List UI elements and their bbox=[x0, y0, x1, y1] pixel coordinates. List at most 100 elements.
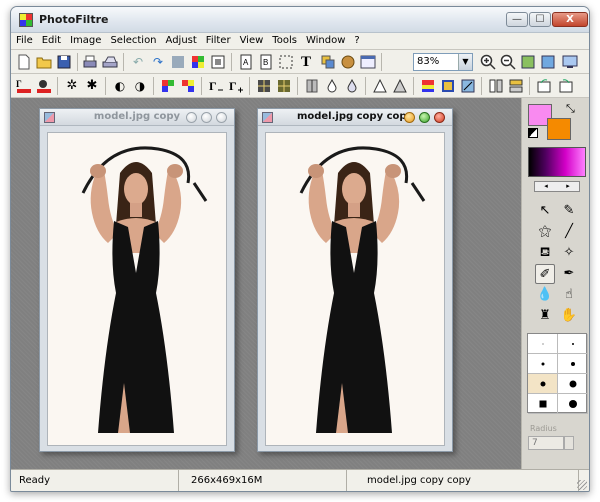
minimize-button[interactable]: — bbox=[506, 12, 528, 27]
close-dot-icon[interactable] bbox=[434, 112, 445, 123]
document-title-bar[interactable]: model.jpg copy copy bbox=[258, 109, 452, 126]
brush-size-option-selected[interactable] bbox=[528, 374, 558, 394]
brightness-minus-icon[interactable]: ✲ bbox=[63, 77, 81, 95]
fit-window-icon[interactable] bbox=[519, 53, 537, 71]
print-icon[interactable] bbox=[81, 53, 99, 71]
image-canvas[interactable] bbox=[47, 132, 227, 446]
saturation-plus-icon[interactable] bbox=[179, 77, 197, 95]
radius-input[interactable]: 7 bbox=[528, 436, 564, 450]
brush-size-option[interactable] bbox=[528, 394, 558, 414]
maximize-dot-icon[interactable] bbox=[419, 112, 430, 123]
zoom-out-icon[interactable] bbox=[499, 53, 517, 71]
menu-image[interactable]: Image bbox=[65, 33, 105, 46]
document-window-1[interactable]: model.jpg copy bbox=[39, 108, 235, 452]
brush-size-option[interactable] bbox=[558, 394, 588, 414]
resize-grip-icon[interactable] bbox=[577, 480, 587, 490]
layers-icon[interactable] bbox=[319, 53, 337, 71]
gradient-palette[interactable] bbox=[528, 147, 586, 177]
menu-adjust[interactable]: Adjust bbox=[161, 33, 201, 46]
brush-size-option[interactable] bbox=[558, 354, 588, 374]
hue-icon[interactable] bbox=[439, 77, 457, 95]
title-bar[interactable]: PhotoFiltre — ☐ X bbox=[11, 7, 589, 33]
flip-vertical-icon[interactable] bbox=[507, 77, 525, 95]
radius-spinner[interactable] bbox=[564, 436, 574, 450]
relief-icon[interactable] bbox=[391, 77, 409, 95]
menu-help[interactable]: ? bbox=[349, 33, 363, 46]
image-size-icon[interactable]: A bbox=[237, 53, 255, 71]
canvas-size-icon[interactable]: B bbox=[257, 53, 275, 71]
save-icon[interactable] bbox=[55, 53, 73, 71]
redo-icon[interactable]: ↷ bbox=[149, 53, 167, 71]
auto-contrast-icon[interactable] bbox=[35, 77, 53, 95]
new-file-icon[interactable] bbox=[15, 53, 33, 71]
automate-icon[interactable] bbox=[359, 53, 377, 71]
clone-stamp-icon[interactable]: ♜ bbox=[535, 306, 555, 326]
maximize-dot-icon[interactable] bbox=[201, 112, 212, 123]
rotate-left-icon[interactable] bbox=[535, 77, 553, 95]
background-color-swatch[interactable] bbox=[547, 118, 571, 140]
emboss-icon[interactable] bbox=[371, 77, 389, 95]
zoom-select[interactable]: 83% ▼ bbox=[413, 53, 473, 71]
undo-icon[interactable]: ↶ bbox=[129, 53, 147, 71]
menu-tools[interactable]: Tools bbox=[267, 33, 301, 46]
line-tool-icon[interactable]: ╱ bbox=[559, 222, 579, 242]
transform-icon[interactable] bbox=[459, 77, 477, 95]
crop-icon[interactable] bbox=[209, 53, 227, 71]
palette-prev-icon[interactable]: ◂ bbox=[535, 182, 557, 191]
contrast-plus-icon[interactable]: ◑ bbox=[131, 77, 149, 95]
brush-size-option[interactable] bbox=[528, 354, 558, 374]
menu-filter[interactable]: Filter bbox=[201, 33, 235, 46]
palette-next-icon[interactable]: ▸ bbox=[557, 182, 579, 191]
fullscreen-icon[interactable] bbox=[561, 53, 579, 71]
zoom-in-icon[interactable] bbox=[479, 53, 497, 71]
chevron-down-icon[interactable]: ▼ bbox=[458, 54, 472, 70]
scan-icon[interactable] bbox=[101, 53, 119, 71]
brush-size-option[interactable] bbox=[558, 334, 588, 354]
smudge-icon[interactable]: ☝ bbox=[559, 285, 579, 305]
fade-icon[interactable] bbox=[169, 53, 187, 71]
contrast-minus-icon[interactable]: ◐ bbox=[111, 77, 129, 95]
hand-icon[interactable]: ✋ bbox=[559, 306, 579, 326]
selection-arrow-icon[interactable]: ↖ bbox=[535, 201, 555, 221]
pen-icon[interactable]: ✒ bbox=[559, 264, 579, 284]
flip-horizontal-icon[interactable] bbox=[487, 77, 505, 95]
reset-colors-icon[interactable] bbox=[528, 128, 538, 138]
color-balance-icon[interactable] bbox=[419, 77, 437, 95]
auto-levels-icon[interactable]: Γ bbox=[15, 77, 33, 95]
swap-colors-icon[interactable]: ⤡ bbox=[566, 102, 575, 116]
blur-drop-icon[interactable] bbox=[323, 77, 341, 95]
blur-drop-icon[interactable]: 💧 bbox=[535, 285, 555, 305]
selection-icon[interactable] bbox=[277, 53, 295, 71]
brush-size-option[interactable] bbox=[558, 374, 588, 394]
plugin-icon[interactable] bbox=[339, 53, 357, 71]
filter-grid-b-icon[interactable] bbox=[275, 77, 293, 95]
sharpen-icon[interactable] bbox=[303, 77, 321, 95]
magic-wand-icon[interactable]: ⚝ bbox=[535, 222, 555, 242]
close-button[interactable]: X bbox=[552, 12, 588, 27]
menu-selection[interactable]: Selection bbox=[105, 33, 160, 46]
open-folder-icon[interactable] bbox=[35, 53, 53, 71]
blur-more-drop-icon[interactable] bbox=[343, 77, 361, 95]
filter-icon[interactable] bbox=[189, 53, 207, 71]
brush-icon[interactable]: ✐ bbox=[535, 264, 555, 284]
gamma-minus-icon[interactable]: Γ bbox=[207, 77, 225, 95]
eyedropper-icon[interactable]: ✎ bbox=[559, 201, 579, 221]
minimize-dot-icon[interactable] bbox=[186, 112, 197, 123]
image-canvas[interactable] bbox=[265, 132, 445, 446]
document-title-bar[interactable]: model.jpg copy bbox=[40, 109, 234, 126]
saturation-minus-icon[interactable] bbox=[159, 77, 177, 95]
brightness-plus-icon[interactable]: ✱ bbox=[83, 77, 101, 95]
minimize-dot-icon[interactable] bbox=[404, 112, 415, 123]
actual-size-icon[interactable] bbox=[539, 53, 557, 71]
menu-window[interactable]: Window bbox=[301, 33, 349, 46]
text-tool-icon[interactable]: T bbox=[297, 53, 315, 71]
menu-edit[interactable]: Edit bbox=[37, 33, 65, 46]
rotate-right-icon[interactable] bbox=[557, 77, 575, 95]
maximize-button[interactable]: ☐ bbox=[529, 12, 551, 27]
fill-bucket-icon[interactable]: ⛾ bbox=[535, 243, 555, 263]
brush-size-option[interactable] bbox=[528, 334, 558, 354]
gamma-plus-icon[interactable]: Γ bbox=[227, 77, 245, 95]
spray-icon[interactable]: ✧ bbox=[559, 243, 579, 263]
document-window-2[interactable]: model.jpg copy copy bbox=[257, 108, 453, 452]
menu-file[interactable]: File bbox=[11, 33, 37, 46]
